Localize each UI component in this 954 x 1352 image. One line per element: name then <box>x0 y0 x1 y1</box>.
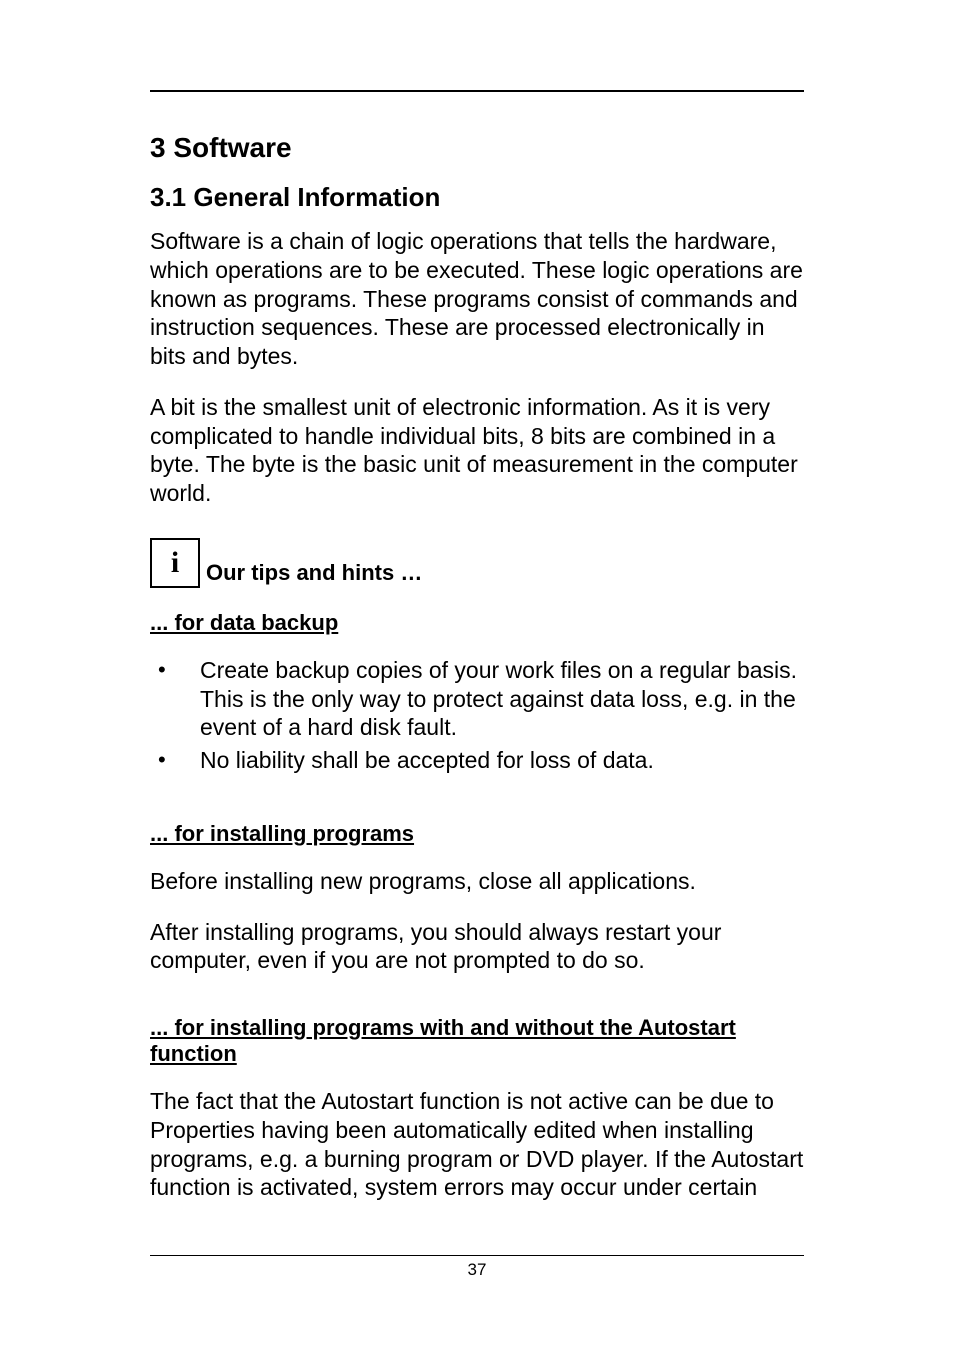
info-icon-letter: i <box>171 548 179 578</box>
document-page: 3 Software 3.1 General Information Softw… <box>0 0 954 1202</box>
tips-heading-label: Our tips and hints … <box>206 560 422 588</box>
paragraph-software-intro: Software is a chain of logic operations … <box>150 227 804 371</box>
list-item: Create backup copies of your work files … <box>150 656 804 742</box>
page-footer: 37 <box>150 1255 804 1280</box>
bottom-divider <box>150 1255 804 1256</box>
list-item: No liability shall be accepted for loss … <box>150 746 804 775</box>
subheading-installing-programs: ... for installing programs <box>150 821 804 847</box>
info-icon: i <box>150 538 200 588</box>
paragraph-autostart-body: The fact that the Autostart function is … <box>150 1087 804 1202</box>
heading-level-1: 3 Software <box>150 132 804 164</box>
bullet-list-backup: Create backup copies of your work files … <box>150 656 804 775</box>
heading-level-2: 3.1 General Information <box>150 182 804 213</box>
paragraph-bit-byte: A bit is the smallest unit of electronic… <box>150 393 804 508</box>
subheading-autostart: ... for installing programs with and wit… <box>150 1015 804 1067</box>
tips-heading-row: i Our tips and hints … <box>150 538 804 588</box>
paragraph-close-apps: Before installing new programs, close al… <box>150 867 804 896</box>
subheading-data-backup: ... for data backup <box>150 610 804 636</box>
paragraph-restart: After installing programs, you should al… <box>150 918 804 976</box>
top-divider <box>150 90 804 92</box>
page-number: 37 <box>150 1260 804 1280</box>
